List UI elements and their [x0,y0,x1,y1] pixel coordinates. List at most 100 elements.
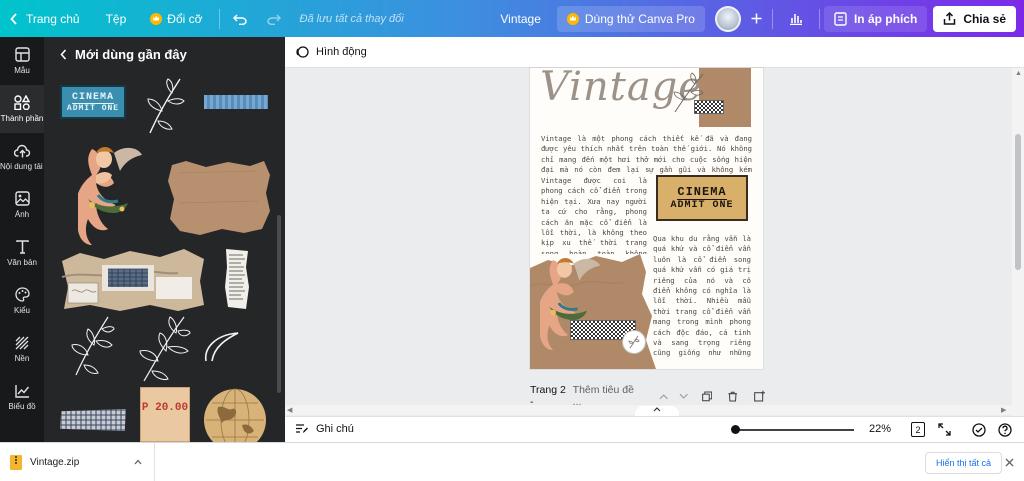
download-file-name: Vintage.zip [30,456,80,468]
collage-scrap-thumbnail[interactable] [60,247,206,313]
leaf-twig-thumbnail[interactable] [136,313,192,383]
left-rail: Mẫu Thành phần Nội dung tải lên Ảnh Văn … [0,37,44,442]
animate-button[interactable]: Hình động [316,46,367,58]
divider [771,8,773,29]
round-stamp[interactable] [622,330,646,354]
resize-button[interactable]: Đổi cỡ [138,0,214,37]
cherub-thumbnail[interactable] [78,139,144,255]
share-button[interactable]: Chia sẻ [933,5,1016,32]
rail-item-styles[interactable]: Kiểu [0,277,44,325]
paragraph-past[interactable]: Qua khu du rằng vẫn là quá khứ và cổ điể… [653,234,751,360]
show-pages-tab[interactable] [635,406,679,416]
panel-scrollbar[interactable] [277,215,281,393]
rail-item-uploads[interactable]: Nội dung tải lên [0,133,44,181]
rail-item-charts[interactable]: Biểu đồ [0,373,44,421]
vertical-scrollbar[interactable]: ▲ ▼ [1012,68,1024,433]
rail-label: Biểu đồ [8,401,36,411]
design-page[interactable]: Vintage Vintage là một phong cách thiết … [530,68,763,369]
share-icon [944,12,956,25]
crown-icon [566,12,579,25]
editor-footer: Ghi chú 22% 2 [285,416,1024,442]
duplicate-page-icon[interactable] [702,390,713,402]
cinema-ticket-thumbnail[interactable]: CINEMA ADMIT ONE [60,85,126,119]
page-controls: Trang 2 - Thêm tiêu đề ... [530,384,765,408]
cinema-ticket-element[interactable]: CINEMA ADMIT ONE [656,175,748,221]
leaf-sprig-thumbnail[interactable] [142,75,188,135]
home-label: Trang chủ [26,11,80,26]
undo-button[interactable] [224,0,257,37]
editor-canvas-area: Hình động Vintage Vintage là một phong c… [285,37,1024,442]
notes-button[interactable]: Ghi chú [295,423,354,435]
page-count-button[interactable]: 2 [911,422,925,437]
notes-icon [296,424,308,433]
chevron-down-icon[interactable] [679,393,688,400]
resize-label: Đổi cỡ [167,11,203,26]
help-icon[interactable] [998,423,1012,437]
globe-thumbnail[interactable] [202,387,268,442]
torn-kraft-paper-thumbnail[interactable] [166,159,272,237]
add-collaborator-button[interactable] [745,0,768,37]
ticket-line1: CINEMA [71,91,114,104]
rail-item-photos[interactable]: Ảnh [0,181,44,229]
panel-title: Mới dùng gần đây [75,47,187,62]
rail-item-templates[interactable]: Mẫu [0,37,44,85]
price-tag-thumbnail[interactable]: P 20.00 [140,387,190,442]
rail-item-elements[interactable]: Thành phần [0,85,44,133]
gingham-swatch[interactable] [694,100,724,114]
brush-stroke-thumbnail[interactable] [200,329,244,365]
plaid-tape-thumbnail[interactable] [60,409,126,431]
try-pro-button[interactable]: Dùng thử Canva Pro [556,5,705,32]
price-tag-label: P 20.00 [141,402,189,414]
insights-button[interactable] [777,0,815,37]
zoom-level[interactable]: 22% [869,423,891,435]
avatar[interactable] [714,5,741,32]
chevron-up-icon[interactable] [134,459,142,465]
rail-label: Văn bản [7,257,37,267]
check-circle-icon[interactable] [972,423,986,437]
share-label: Chia sẻ [963,11,1006,26]
show-all-downloads-button[interactable]: Hiển thị tất cả [925,452,1003,474]
rail-item-text[interactable]: Văn bản [0,229,44,277]
chart-icon [14,384,29,398]
crown-icon [150,12,163,25]
ticket-line2: ADMIT ONE [670,200,734,211]
chevron-up-icon[interactable] [659,393,669,400]
paragraph-intro[interactable]: Vintage là một phong cách thiết kế đã và… [541,134,752,176]
upload-icon [13,144,30,157]
download-item[interactable]: Vintage.zip [0,442,155,481]
print-poster-button[interactable]: In áp phích [823,5,928,32]
palette-icon [14,287,30,302]
ticket-line2: ADMIT ONE [66,103,120,113]
document-title[interactable]: Vintage [488,0,556,37]
zoom-slider-thumb[interactable] [731,425,741,434]
template-icon [14,47,30,62]
scroll-right-arrow[interactable]: ▶ [1001,406,1006,414]
rail-label: Ảnh [14,210,30,219]
fern-branch-thumbnail[interactable] [66,313,116,377]
globe-icon [204,388,266,442]
add-page-icon[interactable] [753,390,765,402]
ticket-line1: CINEMA [677,185,727,200]
rail-item-background[interactable]: Nền [0,325,44,373]
zoom-slider-track[interactable] [732,429,854,431]
home-button[interactable]: Trang chủ [0,0,92,37]
washi-tape-thumbnail[interactable] [204,95,268,109]
vertical-scroll-thumb[interactable] [1015,134,1021,270]
paragraph-classic[interactable]: Vintage được coi là phong cách cổ điển t… [541,176,647,254]
scroll-left-arrow[interactable]: ◀ [287,406,292,414]
redo-icon [266,13,281,25]
panel-header[interactable]: Mới dùng gần đây [60,47,187,62]
print-label: In áp phích [853,11,918,26]
redo-button[interactable] [257,0,290,37]
trash-icon[interactable] [728,391,738,402]
divider [818,8,820,29]
newspaper-clip-thumbnail[interactable] [224,247,250,311]
fullscreen-icon[interactable] [938,423,951,436]
cherub-illustration[interactable] [540,250,602,360]
file-menu-button[interactable]: Tệp [92,0,139,37]
zip-file-icon [10,454,22,470]
page-count: 2 [915,424,921,435]
top-toolbar: Trang chủ Tệp Đổi cỡ Đã lưu tất cả thay … [0,0,1024,37]
close-icon[interactable] [1005,458,1014,467]
scroll-up-arrow[interactable]: ▲ [1015,70,1022,77]
